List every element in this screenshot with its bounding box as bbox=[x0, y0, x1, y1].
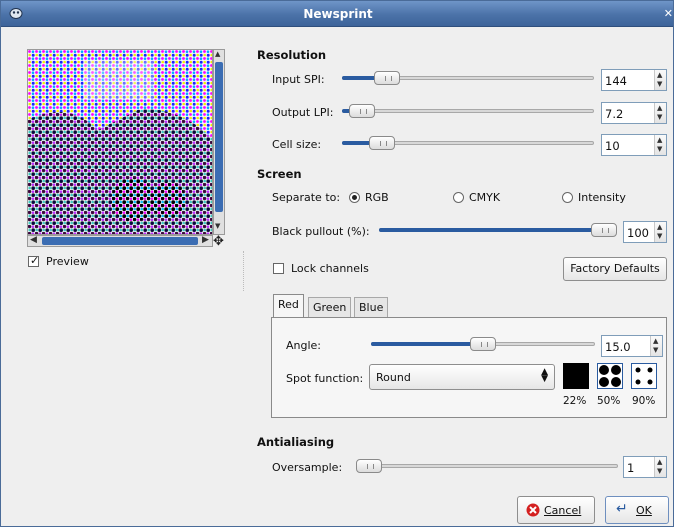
ok-arrow-icon: ↵ bbox=[616, 501, 628, 517]
spot-preview-90 bbox=[631, 363, 657, 389]
screen-heading: Screen bbox=[257, 167, 302, 181]
input-spi-spinbox[interactable]: 144 ▲ ▼ bbox=[601, 69, 667, 91]
angle-slider[interactable] bbox=[371, 337, 595, 351]
tab-blue[interactable]: Blue bbox=[354, 297, 389, 317]
oversample-slider[interactable] bbox=[356, 459, 618, 473]
cancel-label: Cancel bbox=[544, 504, 582, 517]
antialiasing-heading: Antialiasing bbox=[257, 435, 335, 449]
slider-thumb[interactable] bbox=[349, 104, 375, 118]
preview-canvas[interactable] bbox=[27, 49, 213, 235]
cell-size-slider[interactable] bbox=[342, 136, 594, 150]
vertical-scroll-thumb[interactable] bbox=[215, 62, 223, 212]
navigate-icon[interactable]: ✥ bbox=[213, 235, 227, 249]
vertical-divider bbox=[243, 251, 244, 291]
spot-caption-22: 22% bbox=[563, 395, 587, 407]
slider-thumb[interactable] bbox=[591, 223, 617, 237]
preview-horizontal-scrollbar[interactable]: ◀ ▶ bbox=[27, 235, 213, 247]
intensity-radio-label: Intensity bbox=[578, 191, 626, 204]
separate-to-label: Separate to: bbox=[272, 191, 341, 204]
spot-function-value: Round bbox=[376, 371, 411, 384]
cancel-icon bbox=[526, 503, 540, 517]
ok-button[interactable]: ↵ OK bbox=[605, 496, 669, 524]
title-bar: Newsprint ✕ bbox=[1, 1, 673, 27]
intensity-radio[interactable] bbox=[562, 192, 573, 203]
slider-thumb[interactable] bbox=[374, 71, 400, 85]
cmyk-radio-label: CMYK bbox=[469, 191, 501, 204]
output-lpi-slider[interactable] bbox=[342, 104, 594, 118]
window-title: Newsprint bbox=[303, 7, 373, 21]
spot-caption-50: 50% bbox=[597, 395, 621, 407]
lock-channels-checkbox[interactable] bbox=[273, 263, 284, 274]
cell-size-label: Cell size: bbox=[272, 138, 322, 151]
preview-checkbox[interactable]: ✓ bbox=[28, 254, 39, 267]
spot-function-label: Spot function: bbox=[286, 372, 364, 385]
preview-label: Preview bbox=[46, 255, 89, 268]
tab-red[interactable]: Red bbox=[273, 294, 304, 318]
black-pullout-label: Black pullout (%): bbox=[272, 225, 370, 238]
lock-channels-label: Lock channels bbox=[291, 262, 369, 275]
cancel-button[interactable]: Cancel bbox=[517, 496, 595, 524]
slider-thumb[interactable] bbox=[356, 459, 382, 473]
close-icon[interactable]: ✕ bbox=[664, 7, 673, 20]
oversample-spinbox[interactable]: 1 ▲ ▼ bbox=[623, 456, 667, 478]
angle-label: Angle: bbox=[286, 339, 322, 352]
spot-preview-50 bbox=[597, 363, 623, 389]
factory-defaults-button[interactable]: Factory Defaults bbox=[563, 257, 667, 281]
cell-size-spinbox[interactable]: 10 ▲ ▼ bbox=[601, 134, 667, 156]
dialog-window: Newsprint ✕ ▲ ▼ ◀ ▶ ✥ ✓ Preview Resoluti… bbox=[0, 0, 674, 527]
horizontal-scroll-thumb[interactable] bbox=[42, 237, 198, 245]
input-spi-slider[interactable] bbox=[342, 71, 594, 85]
cmyk-radio[interactable] bbox=[453, 192, 464, 203]
spot-preview-22 bbox=[563, 363, 589, 389]
angle-spinbox[interactable]: 15.0 ▲ ▼ bbox=[601, 335, 663, 357]
black-pullout-slider[interactable] bbox=[379, 223, 617, 237]
tab-green[interactable]: Green bbox=[308, 297, 352, 317]
preview-vertical-scrollbar[interactable]: ▲ ▼ bbox=[213, 49, 225, 235]
spot-caption-90: 90% bbox=[632, 395, 656, 407]
chevron-updown-icon: ▲ ▼ bbox=[541, 367, 548, 384]
halftone-preview-image bbox=[28, 50, 212, 234]
spot-function-select[interactable]: Round ▲ ▼ bbox=[369, 364, 555, 390]
black-pullout-spinbox[interactable]: 100 ▲ ▼ bbox=[623, 221, 667, 243]
oversample-label: Oversample: bbox=[272, 461, 343, 474]
output-lpi-spinbox[interactable]: 7.2 ▲ ▼ bbox=[601, 102, 667, 124]
slider-thumb[interactable] bbox=[369, 136, 395, 150]
input-spi-label: Input SPI: bbox=[272, 73, 325, 86]
resolution-heading: Resolution bbox=[257, 48, 327, 62]
slider-thumb[interactable] bbox=[470, 337, 496, 351]
rgb-radio-label: RGB bbox=[365, 191, 389, 204]
rgb-radio[interactable] bbox=[349, 192, 360, 203]
output-lpi-label: Output LPI: bbox=[272, 106, 334, 119]
ok-label: OK bbox=[636, 504, 652, 517]
